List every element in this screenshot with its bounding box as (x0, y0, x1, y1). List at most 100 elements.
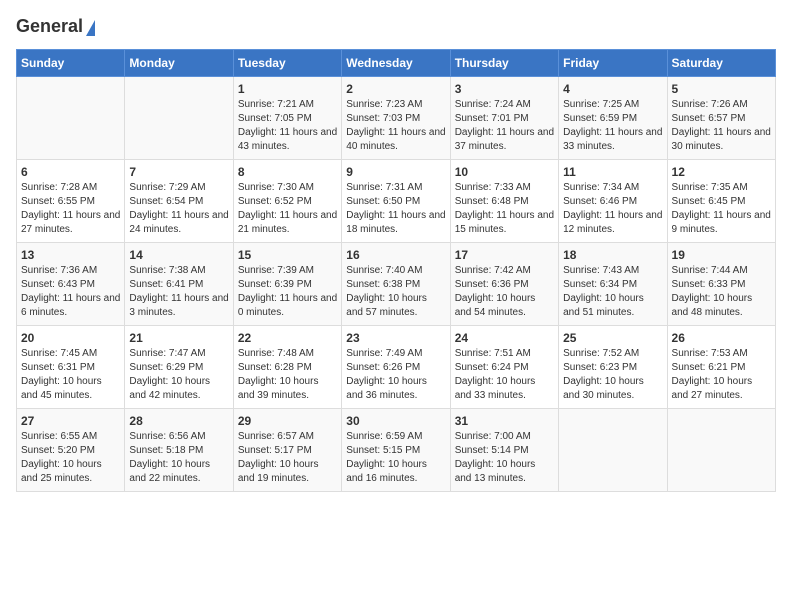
daylight: Daylight: 11 hours and 0 minutes. (238, 293, 337, 318)
day-number: 19 (672, 248, 771, 262)
daylight: Daylight: 10 hours and 54 minutes. (455, 293, 536, 318)
calendar-cell: 31 Sunrise: 7:00 AM Sunset: 5:14 PM Dayl… (450, 409, 558, 492)
sunset: Sunset: 6:55 PM (21, 196, 95, 207)
calendar-cell (667, 409, 775, 492)
day-number: 31 (455, 414, 554, 428)
sunset: Sunset: 6:28 PM (238, 362, 312, 373)
calendar-cell: 5 Sunrise: 7:26 AM Sunset: 6:57 PM Dayli… (667, 77, 775, 160)
calendar-cell: 18 Sunrise: 7:43 AM Sunset: 6:34 PM Dayl… (559, 243, 667, 326)
page-header: General (16, 16, 776, 37)
calendar-cell: 12 Sunrise: 7:35 AM Sunset: 6:45 PM Dayl… (667, 160, 775, 243)
sunset: Sunset: 6:50 PM (346, 196, 420, 207)
day-number: 14 (129, 248, 228, 262)
calendar-cell: 6 Sunrise: 7:28 AM Sunset: 6:55 PM Dayli… (17, 160, 125, 243)
cell-content: Sunrise: 7:23 AM Sunset: 7:03 PM Dayligh… (346, 98, 445, 154)
sunset: Sunset: 7:05 PM (238, 113, 312, 124)
day-number: 3 (455, 82, 554, 96)
daylight: Daylight: 11 hours and 40 minutes. (346, 127, 445, 152)
calendar-cell: 20 Sunrise: 7:45 AM Sunset: 6:31 PM Dayl… (17, 326, 125, 409)
daylight: Daylight: 10 hours and 36 minutes. (346, 376, 427, 401)
sunset: Sunset: 6:39 PM (238, 279, 312, 290)
sunset: Sunset: 6:34 PM (563, 279, 637, 290)
day-number: 25 (563, 331, 662, 345)
sunrise: Sunrise: 6:56 AM (129, 431, 205, 442)
daylight: Daylight: 10 hours and 42 minutes. (129, 376, 210, 401)
daylight: Daylight: 11 hours and 33 minutes. (563, 127, 662, 152)
sunset: Sunset: 6:36 PM (455, 279, 529, 290)
cell-content: Sunrise: 7:52 AM Sunset: 6:23 PM Dayligh… (563, 347, 662, 403)
day-number: 1 (238, 82, 337, 96)
sunset: Sunset: 6:31 PM (21, 362, 95, 373)
sunrise: Sunrise: 7:36 AM (21, 265, 97, 276)
calendar-cell: 4 Sunrise: 7:25 AM Sunset: 6:59 PM Dayli… (559, 77, 667, 160)
daylight: Daylight: 11 hours and 15 minutes. (455, 210, 554, 235)
sunrise: Sunrise: 7:21 AM (238, 99, 314, 110)
sunset: Sunset: 6:45 PM (672, 196, 746, 207)
sunset: Sunset: 6:21 PM (672, 362, 746, 373)
cell-content: Sunrise: 7:48 AM Sunset: 6:28 PM Dayligh… (238, 347, 337, 403)
sunset: Sunset: 6:57 PM (672, 113, 746, 124)
sunset: Sunset: 7:03 PM (346, 113, 420, 124)
sunset: Sunset: 6:52 PM (238, 196, 312, 207)
sunrise: Sunrise: 7:53 AM (672, 348, 748, 359)
sunrise: Sunrise: 7:49 AM (346, 348, 422, 359)
sunset: Sunset: 6:43 PM (21, 279, 95, 290)
day-number: 17 (455, 248, 554, 262)
calendar-cell: 1 Sunrise: 7:21 AM Sunset: 7:05 PM Dayli… (233, 77, 341, 160)
daylight: Daylight: 10 hours and 27 minutes. (672, 376, 753, 401)
cell-content: Sunrise: 7:34 AM Sunset: 6:46 PM Dayligh… (563, 181, 662, 237)
calendar-cell: 2 Sunrise: 7:23 AM Sunset: 7:03 PM Dayli… (342, 77, 450, 160)
calendar-cell: 23 Sunrise: 7:49 AM Sunset: 6:26 PM Dayl… (342, 326, 450, 409)
day-number: 20 (21, 331, 120, 345)
calendar-cell: 29 Sunrise: 6:57 AM Sunset: 5:17 PM Dayl… (233, 409, 341, 492)
daylight: Daylight: 11 hours and 12 minutes. (563, 210, 662, 235)
cell-content: Sunrise: 7:26 AM Sunset: 6:57 PM Dayligh… (672, 98, 771, 154)
calendar-cell: 25 Sunrise: 7:52 AM Sunset: 6:23 PM Dayl… (559, 326, 667, 409)
day-number: 7 (129, 165, 228, 179)
cell-content: Sunrise: 7:21 AM Sunset: 7:05 PM Dayligh… (238, 98, 337, 154)
day-number: 10 (455, 165, 554, 179)
daylight: Daylight: 11 hours and 27 minutes. (21, 210, 120, 235)
daylight: Daylight: 11 hours and 3 minutes. (129, 293, 228, 318)
daylight: Daylight: 10 hours and 13 minutes. (455, 459, 536, 484)
daylight: Daylight: 11 hours and 43 minutes. (238, 127, 337, 152)
calendar-cell: 26 Sunrise: 7:53 AM Sunset: 6:21 PM Dayl… (667, 326, 775, 409)
day-number: 13 (21, 248, 120, 262)
cell-content: Sunrise: 7:31 AM Sunset: 6:50 PM Dayligh… (346, 181, 445, 237)
sunrise: Sunrise: 6:57 AM (238, 431, 314, 442)
cell-content: Sunrise: 6:56 AM Sunset: 5:18 PM Dayligh… (129, 430, 228, 486)
sunset: Sunset: 6:54 PM (129, 196, 203, 207)
calendar-cell: 21 Sunrise: 7:47 AM Sunset: 6:29 PM Dayl… (125, 326, 233, 409)
header-monday: Monday (125, 50, 233, 77)
calendar-cell: 24 Sunrise: 7:51 AM Sunset: 6:24 PM Dayl… (450, 326, 558, 409)
daylight: Daylight: 10 hours and 22 minutes. (129, 459, 210, 484)
daylight: Daylight: 10 hours and 57 minutes. (346, 293, 427, 318)
daylight: Daylight: 10 hours and 19 minutes. (238, 459, 319, 484)
sunrise: Sunrise: 7:25 AM (563, 99, 639, 110)
logo-triangle-icon (86, 20, 95, 36)
calendar-cell: 8 Sunrise: 7:30 AM Sunset: 6:52 PM Dayli… (233, 160, 341, 243)
calendar-week-3: 13 Sunrise: 7:36 AM Sunset: 6:43 PM Dayl… (17, 243, 776, 326)
cell-content: Sunrise: 7:51 AM Sunset: 6:24 PM Dayligh… (455, 347, 554, 403)
sunset: Sunset: 6:38 PM (346, 279, 420, 290)
daylight: Daylight: 11 hours and 6 minutes. (21, 293, 120, 318)
cell-content: Sunrise: 7:35 AM Sunset: 6:45 PM Dayligh… (672, 181, 771, 237)
logo-general-text: General (16, 16, 83, 37)
calendar-cell: 10 Sunrise: 7:33 AM Sunset: 6:48 PM Dayl… (450, 160, 558, 243)
sunset: Sunset: 6:41 PM (129, 279, 203, 290)
day-number: 29 (238, 414, 337, 428)
daylight: Daylight: 10 hours and 33 minutes. (455, 376, 536, 401)
sunset: Sunset: 6:59 PM (563, 113, 637, 124)
sunset: Sunset: 6:23 PM (563, 362, 637, 373)
day-number: 28 (129, 414, 228, 428)
header-thursday: Thursday (450, 50, 558, 77)
sunset: Sunset: 6:24 PM (455, 362, 529, 373)
day-number: 30 (346, 414, 445, 428)
cell-content: Sunrise: 7:40 AM Sunset: 6:38 PM Dayligh… (346, 264, 445, 320)
logo: General (16, 16, 95, 37)
sunset: Sunset: 5:18 PM (129, 445, 203, 456)
calendar-cell: 7 Sunrise: 7:29 AM Sunset: 6:54 PM Dayli… (125, 160, 233, 243)
calendar-week-4: 20 Sunrise: 7:45 AM Sunset: 6:31 PM Dayl… (17, 326, 776, 409)
daylight: Daylight: 11 hours and 24 minutes. (129, 210, 228, 235)
sunrise: Sunrise: 7:52 AM (563, 348, 639, 359)
